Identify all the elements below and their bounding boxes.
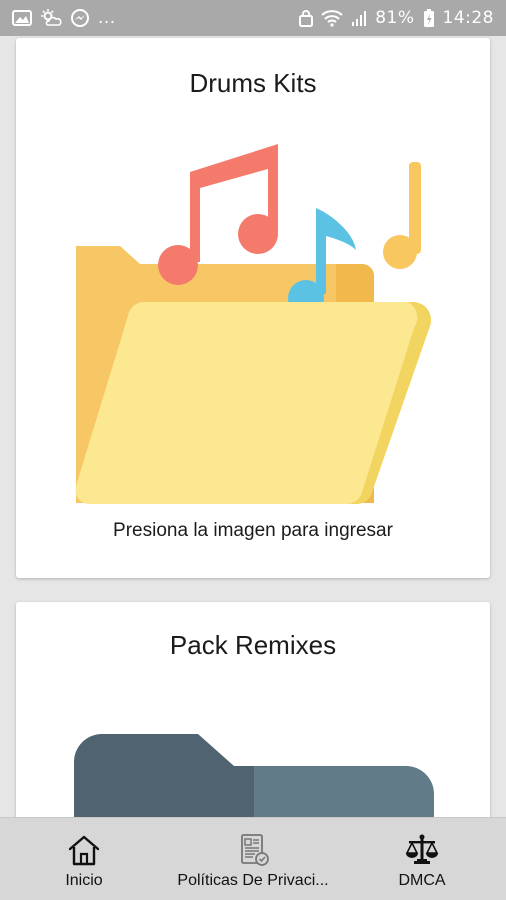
wifi-icon	[321, 9, 343, 27]
nav-item-dmca[interactable]: DMCA	[338, 818, 506, 900]
card-drums-kits[interactable]: Drums Kits Presiona la imagen para ingre…	[16, 38, 490, 578]
card-caption: Presiona la imagen para ingresar	[113, 520, 393, 541]
nav-label: Inicio	[65, 872, 103, 889]
status-bar: ... 81% 14:28	[0, 0, 506, 36]
lock-icon	[299, 9, 314, 27]
messenger-icon	[70, 8, 90, 28]
weather-icon	[40, 9, 62, 27]
scales-icon	[405, 834, 439, 864]
folder-dark-icon[interactable]	[16, 602, 490, 817]
folder-music-icon[interactable]	[16, 38, 490, 578]
privacy-document-icon	[241, 834, 269, 866]
nav-label: DMCA	[398, 872, 446, 889]
bottom-navigation: Inicio Políticas De Privaci... DMCA	[0, 817, 506, 900]
status-time: 14:28	[442, 8, 494, 28]
signal-icon	[351, 9, 367, 27]
status-left: ...	[12, 8, 116, 28]
nav-label: Políticas De Privaci...	[177, 872, 329, 889]
battery-icon	[423, 8, 435, 28]
home-icon	[68, 835, 100, 866]
more-notifications: ...	[98, 8, 116, 28]
nav-item-privacy[interactable]: Políticas De Privaci...	[168, 818, 338, 900]
image-icon	[12, 9, 32, 27]
card-pack-remixes[interactable]: Pack Remixes	[16, 602, 490, 817]
card-list[interactable]: Drums Kits Presiona la imagen para ingre…	[0, 36, 506, 817]
status-right: 81% 14:28	[299, 8, 494, 28]
battery-percent: 81%	[375, 8, 415, 28]
nav-item-inicio[interactable]: Inicio	[0, 818, 168, 900]
